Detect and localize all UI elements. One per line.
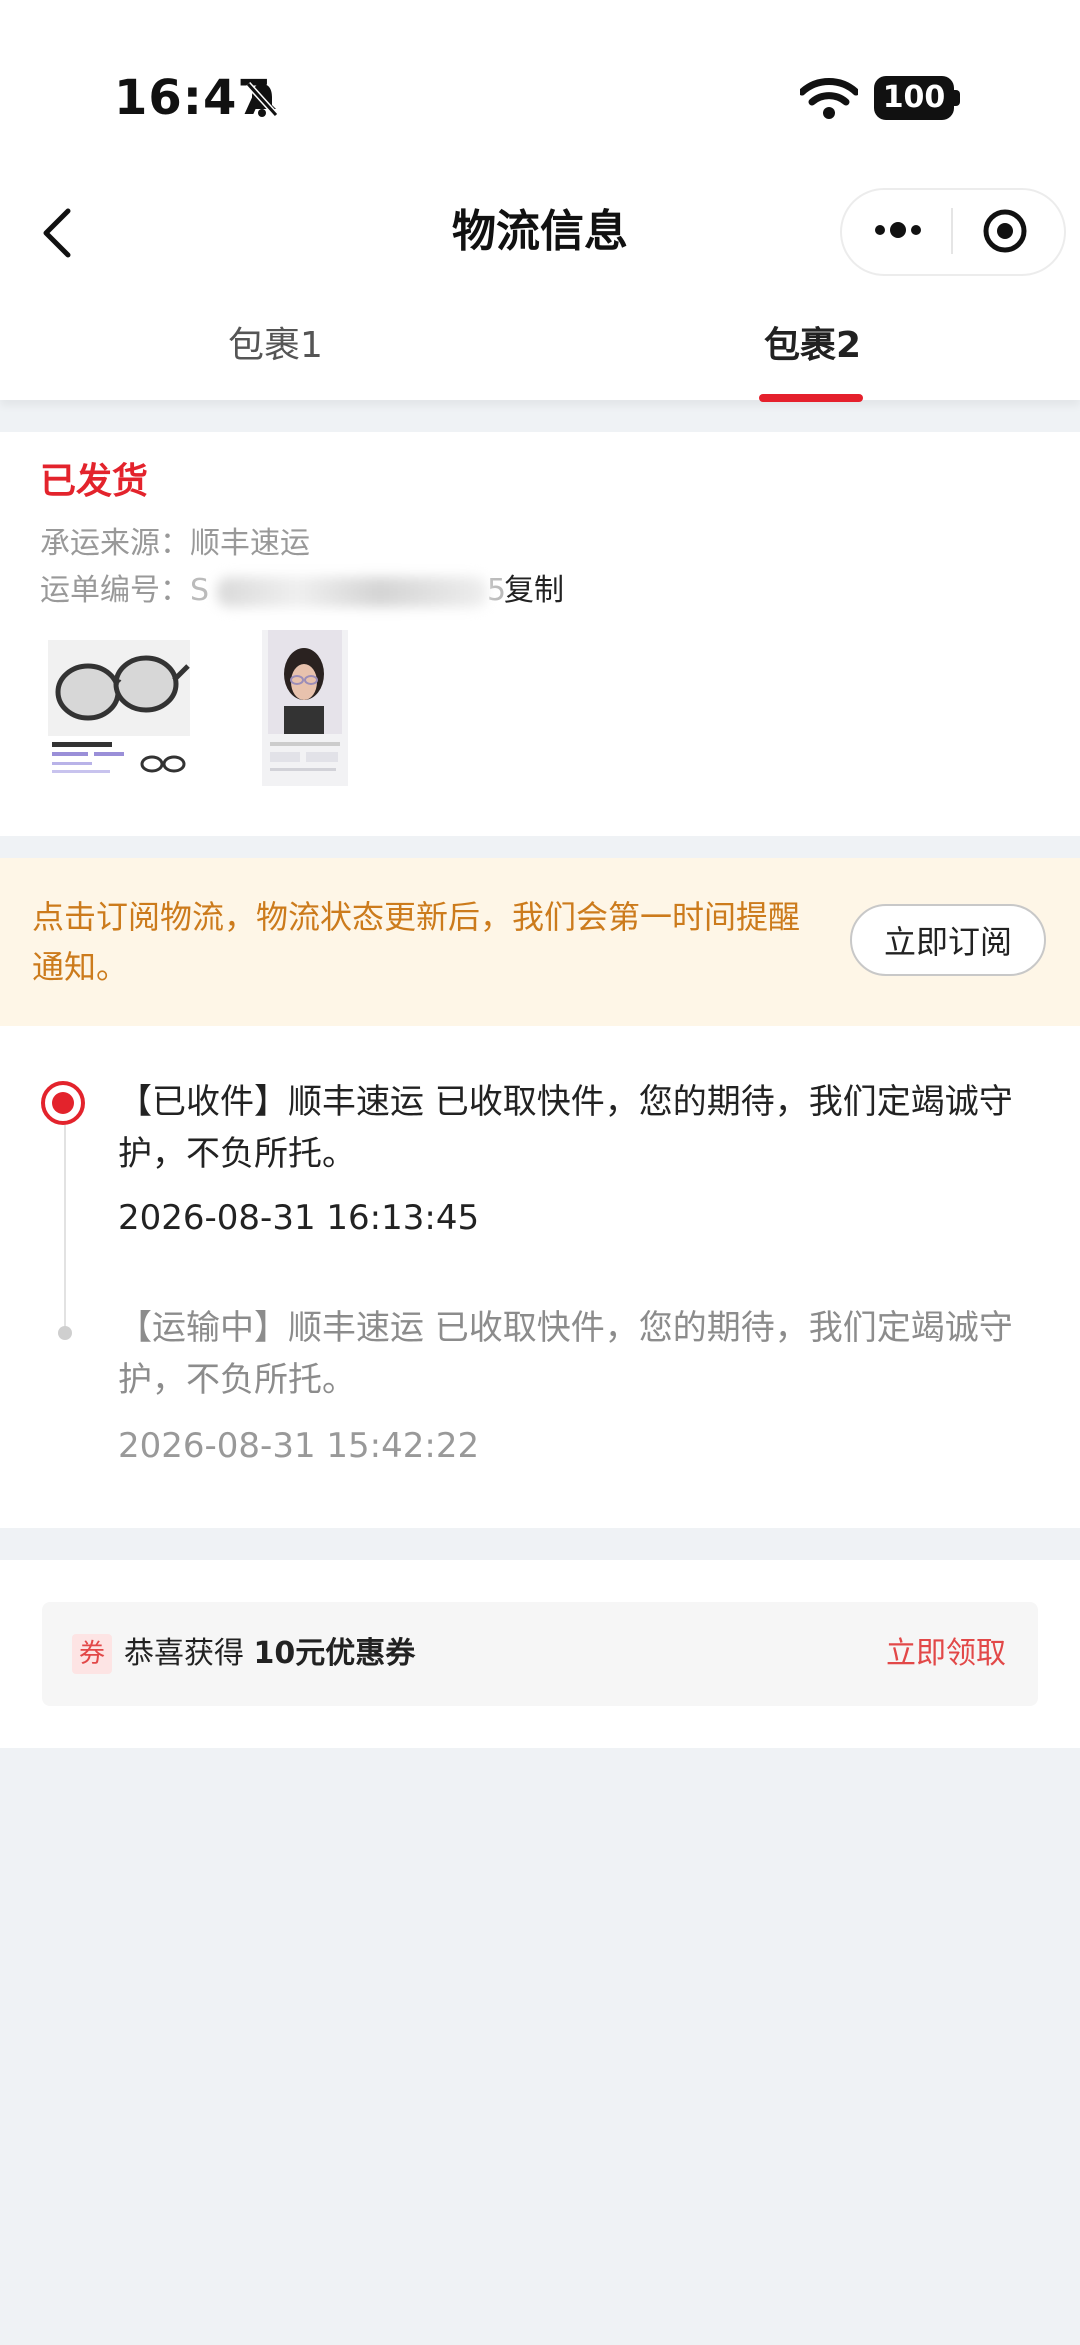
timeline-line [64, 1124, 66, 1334]
tab-package-1[interactable]: 包裹1 [228, 318, 323, 374]
carrier-value: 顺丰速运 [190, 526, 310, 561]
claim-coupon-button[interactable]: 立即领取 [886, 1634, 1006, 1674]
copy-button[interactable]: 复制 [504, 565, 564, 609]
timeline-event-time: 2026-08-31 15:42:22 [118, 1426, 480, 1466]
timeline-event-text: 【已收件】顺丰速运 已收取快件，您的期待，我们定竭诚守护，不负所托。 [118, 1082, 1013, 1174]
carrier-row: 承运来源：顺丰速运 [40, 518, 310, 562]
coupon-badge: 券 [72, 1634, 112, 1674]
package-tabs [0, 300, 1080, 400]
carrier-label: 承运来源： [40, 526, 190, 561]
tab-package-2[interactable]: 包裹2 [764, 318, 861, 374]
capsule-divider [951, 208, 953, 254]
more-dots-icon[interactable] [868, 210, 928, 250]
product-thumbnail-glasses[interactable] [48, 640, 190, 782]
timeline-event-text: 【运输中】顺丰速运 已收取快件，您的期待，我们定竭诚守护，不负所托。 [118, 1308, 1013, 1400]
subscribe-button[interactable]: 立即订阅 [850, 904, 1046, 976]
timeline-past-dot [58, 1326, 72, 1340]
battery-indicator: 100 [874, 76, 954, 120]
timeline-event-time: 2026-08-31 16:13:45 [118, 1198, 480, 1238]
coupon-prefix: 恭喜获得 [124, 1636, 254, 1671]
shipment-status: 已发货 [40, 461, 149, 502]
timeline-active-dot-icon [41, 1081, 85, 1125]
wifi-icon [800, 78, 858, 119]
coupon-amount: 10元优惠券 [253, 1636, 416, 1671]
waybill-label: 运单编号： [40, 573, 190, 608]
waybill-row: 运单编号：S 5 [40, 565, 506, 609]
active-tab-indicator [759, 394, 863, 402]
subscribe-message: 点击订阅物流，物流状态更新后，我们会第一时间提醒通知。 [32, 898, 801, 986]
waybill-blurred [217, 576, 488, 607]
battery-tip [954, 90, 960, 106]
product-thumbnail-model[interactable] [262, 630, 348, 786]
bell-muted-icon [245, 81, 279, 118]
waybill-prefix: S [190, 573, 210, 608]
coupon-message: 恭喜获得 10元优惠券 [124, 1634, 415, 1674]
close-target-icon[interactable] [982, 208, 1028, 254]
